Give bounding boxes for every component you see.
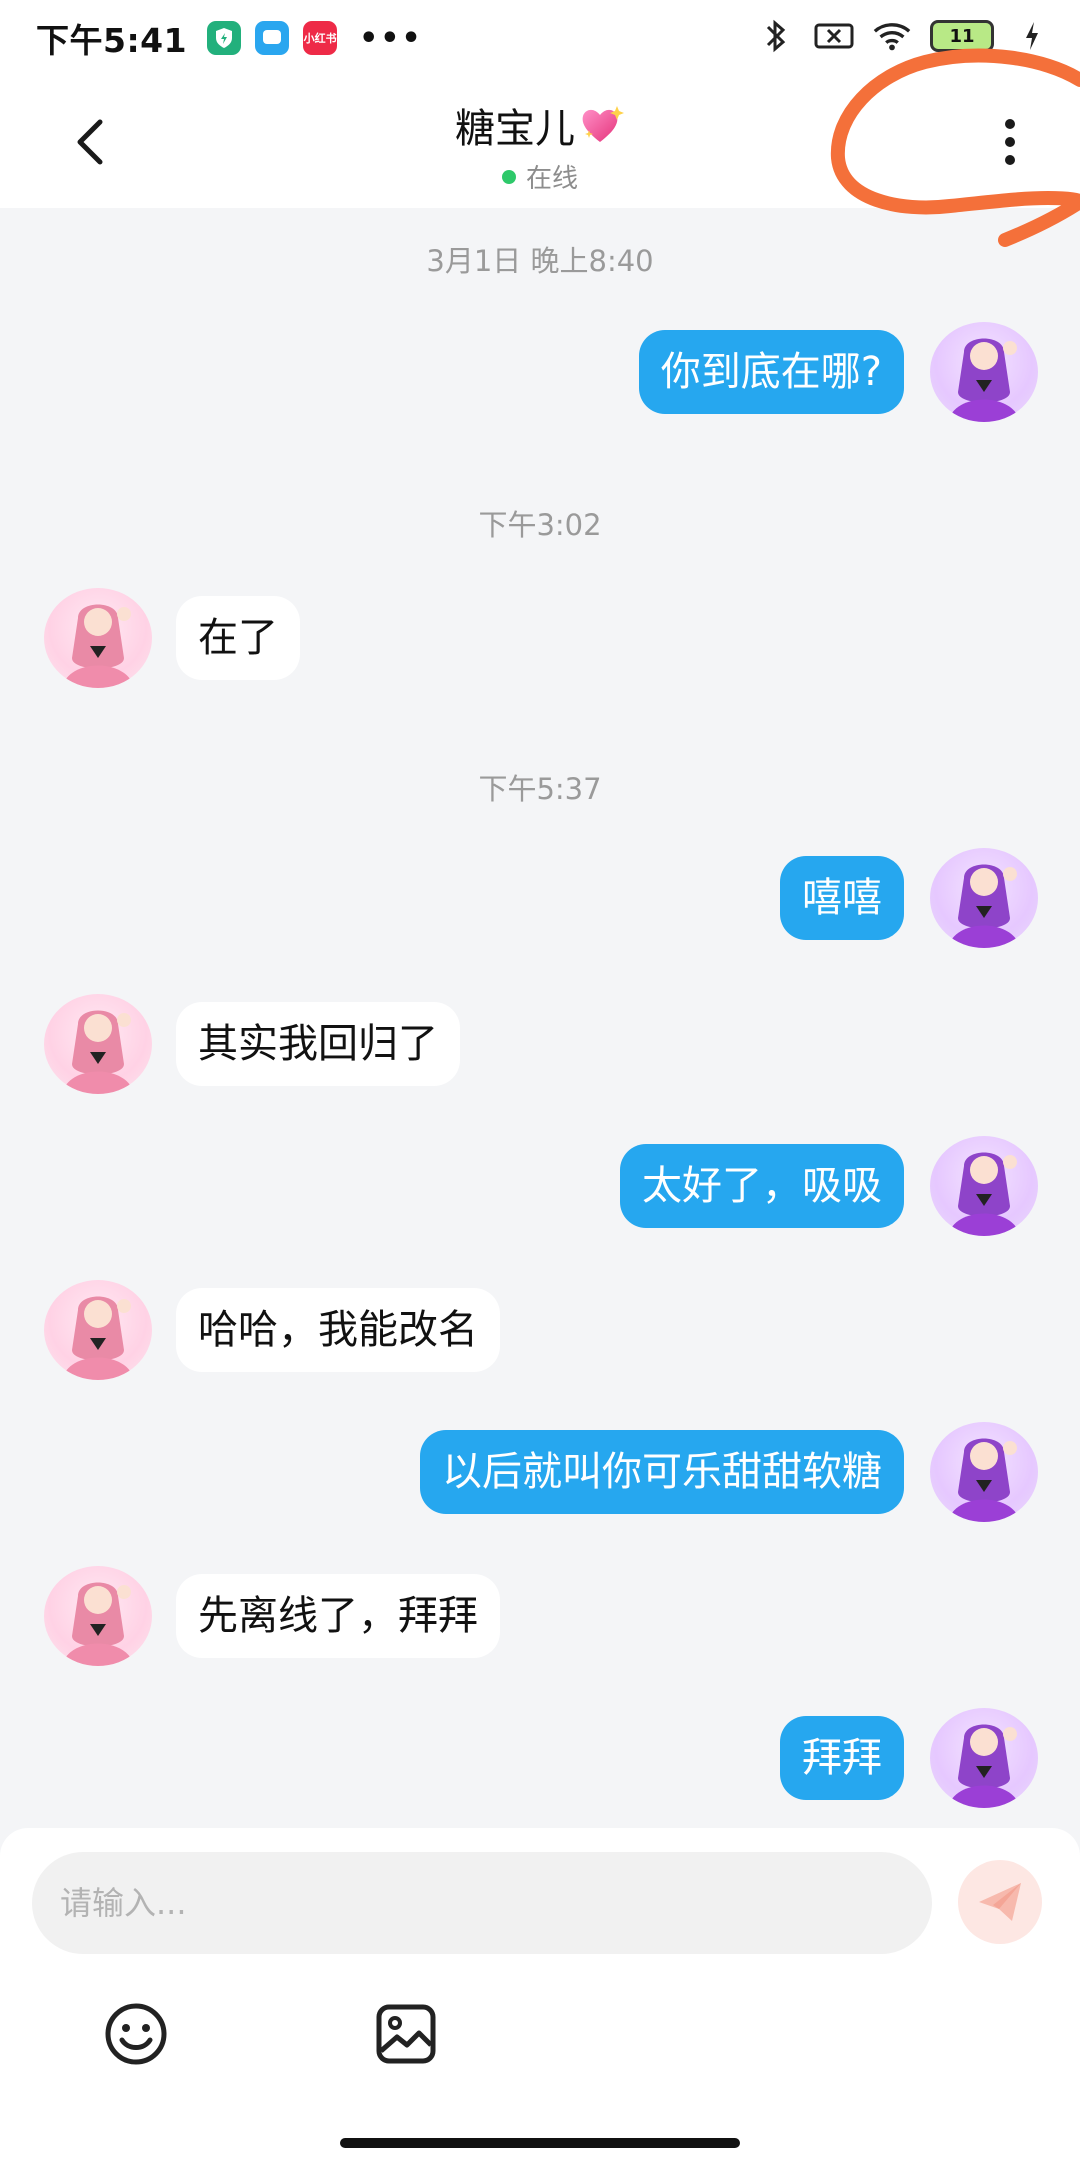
shield-app-icon [207,21,242,55]
message-row-self: 嘻嘻 [0,848,1080,948]
no-sim-icon [814,16,854,56]
status-time: 下午5:41 [36,21,188,60]
image-button[interactable] [370,1998,442,2070]
message-row-self: 你到底在哪? [0,322,1080,422]
message-row-peer: 哈哈，我能改名 [0,1280,1080,1380]
message-list[interactable]: 3月1日 晚上8:40 你到底在哪? 下午3:02 在了 下午5:37 嘻嘻 其… [0,208,1080,1828]
online-status-text: 在线 [525,164,578,194]
online-status: 在线 [0,158,1080,195]
bluetooth-icon [756,16,796,56]
avatar-peer[interactable] [44,1280,152,1380]
more-notifications-icon: ••• [359,20,423,56]
xiaohongshu-app-icon: 小红书 [303,21,338,55]
avatar-self[interactable] [930,848,1038,948]
more-options-button[interactable] [980,110,1040,174]
message-bubble-self[interactable]: 以后就叫你可乐甜甜软糖 [420,1430,904,1514]
avatar-self[interactable] [930,1422,1038,1522]
composer [0,1828,1080,2160]
message-bubble-self[interactable]: 你到底在哪? [638,330,904,414]
send-icon [979,1883,1021,1921]
vertical-dots-icon [1005,119,1015,165]
message-row-peer: 在了 [0,588,1080,688]
message-row-self: 以后就叫你可乐甜甜软糖 [0,1422,1080,1522]
avatar-self[interactable] [930,1708,1038,1808]
message-bubble-self[interactable]: 嘻嘻 [780,856,904,940]
message-timestamp: 下午5:37 [478,772,602,806]
wifi-icon [872,16,912,56]
message-timestamp: 下午3:02 [478,508,602,542]
message-row-peer: 其实我回归了 [0,994,1080,1094]
message-bubble-peer[interactable]: 在了 [176,596,300,680]
contact-title[interactable]: 糖宝儿 [455,96,625,154]
message-bubble-self[interactable]: 太好了，吸吸 [620,1144,904,1228]
message-bubble-self[interactable]: 拜拜 [780,1716,904,1800]
title-block: 糖宝儿 在线 [0,96,1080,195]
message-timestamp: 3月1日 晚上8:40 [426,244,654,278]
chat-app-icon [255,21,290,55]
charging-icon [1012,16,1052,56]
status-app-icons: 小红书 ••• [207,21,423,56]
avatar-self[interactable] [930,1136,1038,1236]
home-indicator[interactable] [340,2138,740,2148]
message-row-peer: 先离线了，拜拜 [0,1566,1080,1666]
avatar-peer[interactable] [44,1566,152,1666]
image-icon [376,2004,436,2064]
chat-header: 糖宝儿 在线 [0,76,1080,208]
smiley-icon [105,2003,167,2065]
message-input[interactable] [32,1852,932,1954]
status-bar: 下午5:41 小红书 ••• 11 [0,0,1080,76]
message-bubble-peer[interactable]: 哈哈，我能改名 [176,1288,500,1372]
message-bubble-peer[interactable]: 其实我回归了 [176,1002,460,1086]
message-row-self: 拜拜 [0,1708,1080,1808]
avatar-peer[interactable] [44,588,152,688]
online-dot-icon [501,169,516,184]
status-indicators: 11 [756,16,1052,56]
sparkling-heart-icon [579,104,625,146]
chat-page: 下午5:41 小红书 ••• 11 糖宝儿 在线 3月1日 晚上8:40 你到底… [0,0,1080,2160]
message-bubble-peer[interactable]: 先离线了，拜拜 [176,1574,500,1658]
send-button[interactable] [958,1860,1042,1944]
emoji-button[interactable] [100,1998,172,2070]
message-row-self: 太好了，吸吸 [0,1136,1080,1236]
avatar-self[interactable] [930,322,1038,422]
avatar-peer[interactable] [44,994,152,1094]
battery-icon: 11 [930,20,994,52]
contact-name: 糖宝儿 [455,106,575,152]
